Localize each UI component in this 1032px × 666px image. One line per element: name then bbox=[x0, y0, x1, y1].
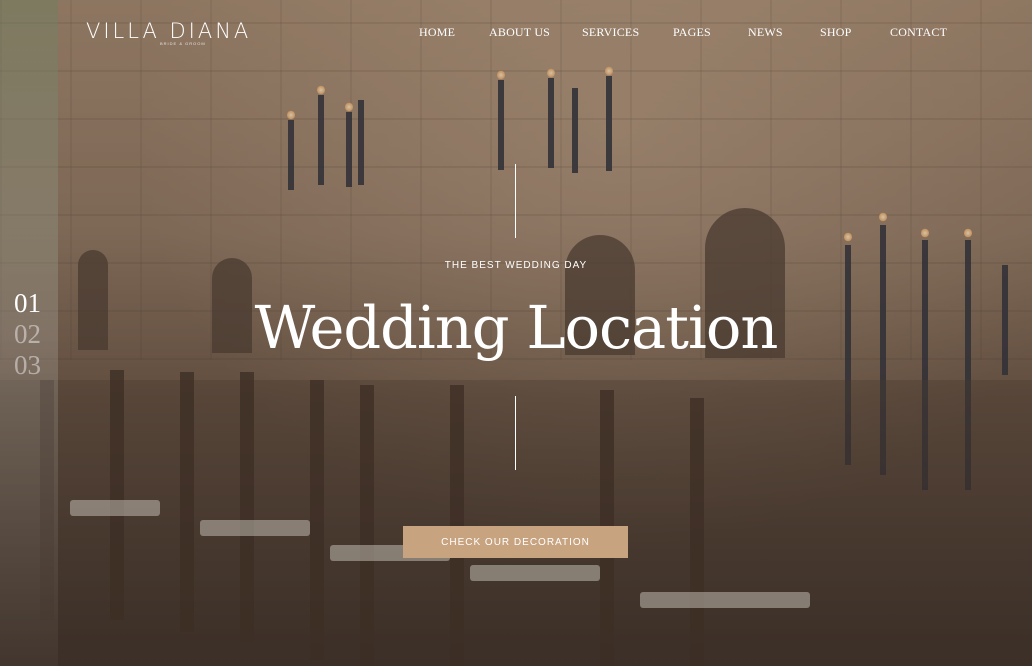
logo-tagline: BRIDE & GROOM bbox=[160, 41, 206, 46]
hero-kicker: THE BEST WEDDING DAY bbox=[444, 260, 588, 271]
hero-section: VILLA DIANA BRIDE & GROOM HOME ABOUT US … bbox=[0, 0, 1032, 666]
top-divider-line bbox=[515, 164, 516, 238]
check-decoration-button[interactable]: CHECK OUR DECORATION bbox=[403, 526, 628, 558]
nav-contact[interactable]: CONTACT bbox=[890, 25, 947, 40]
nav-pages[interactable]: PAGES bbox=[673, 25, 711, 40]
nav-shop[interactable]: SHOP bbox=[820, 25, 851, 40]
nav-news[interactable]: NEWS bbox=[748, 25, 783, 40]
nav-services[interactable]: SERVICES bbox=[582, 25, 639, 40]
bottom-divider-line bbox=[515, 396, 516, 470]
nav-about-us[interactable]: ABOUT US bbox=[489, 25, 550, 40]
main-navigation: HOME ABOUT US SERVICES PAGES NEWS SHOP C… bbox=[0, 25, 1032, 41]
hero-title: Wedding Location bbox=[254, 293, 779, 362]
nav-home[interactable]: HOME bbox=[419, 25, 455, 40]
